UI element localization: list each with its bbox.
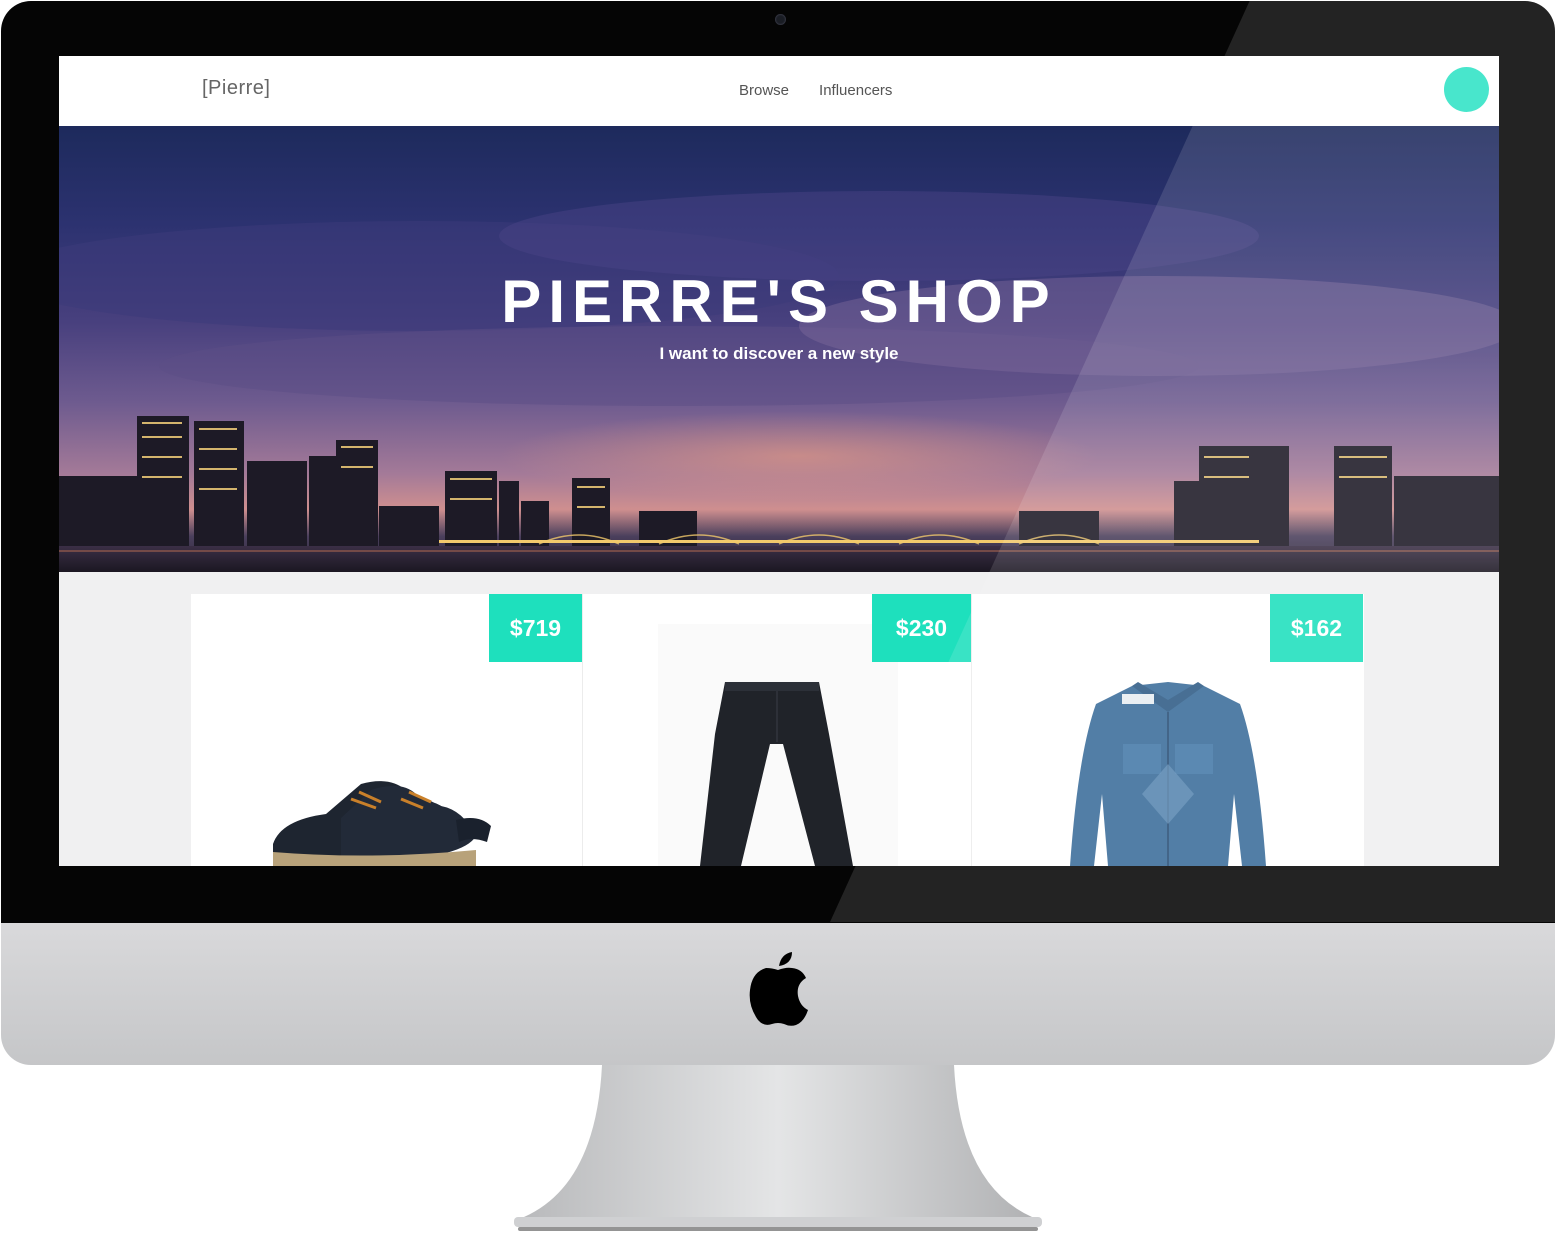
navbar: [Pierre] Browse Influencers	[59, 56, 1499, 126]
screen: [Pierre] Browse Influencers PIERRE'S SHO…	[59, 56, 1499, 866]
hero-banner: PIERRE'S SHOP I want to discover a new s…	[59, 126, 1499, 572]
apple-logo-icon	[749, 952, 808, 1026]
avatar[interactable]	[1444, 67, 1489, 112]
camera-icon	[775, 14, 786, 25]
monitor-stand	[514, 1065, 1042, 1231]
product-card-jeans[interactable]: $230	[583, 594, 972, 866]
product-card-denim-shirt[interactable]: $162	[972, 594, 1364, 866]
nav-link-influencers[interactable]: Influencers	[819, 82, 892, 99]
nav-link-browse[interactable]: Browse	[739, 82, 789, 99]
price-badge: $162	[1270, 594, 1363, 662]
product-grid: $719 $230 $162	[191, 594, 1364, 866]
hero-title: PIERRE'S SHOP	[501, 268, 1057, 335]
price-badge: $230	[872, 594, 971, 662]
nav-links: Browse Influencers	[739, 82, 892, 99]
hero-subtitle: I want to discover a new style	[659, 344, 899, 363]
site-logo[interactable]: [Pierre]	[202, 77, 270, 100]
product-card-sneakers[interactable]: $719	[191, 594, 583, 866]
price-badge: $719	[489, 594, 582, 662]
